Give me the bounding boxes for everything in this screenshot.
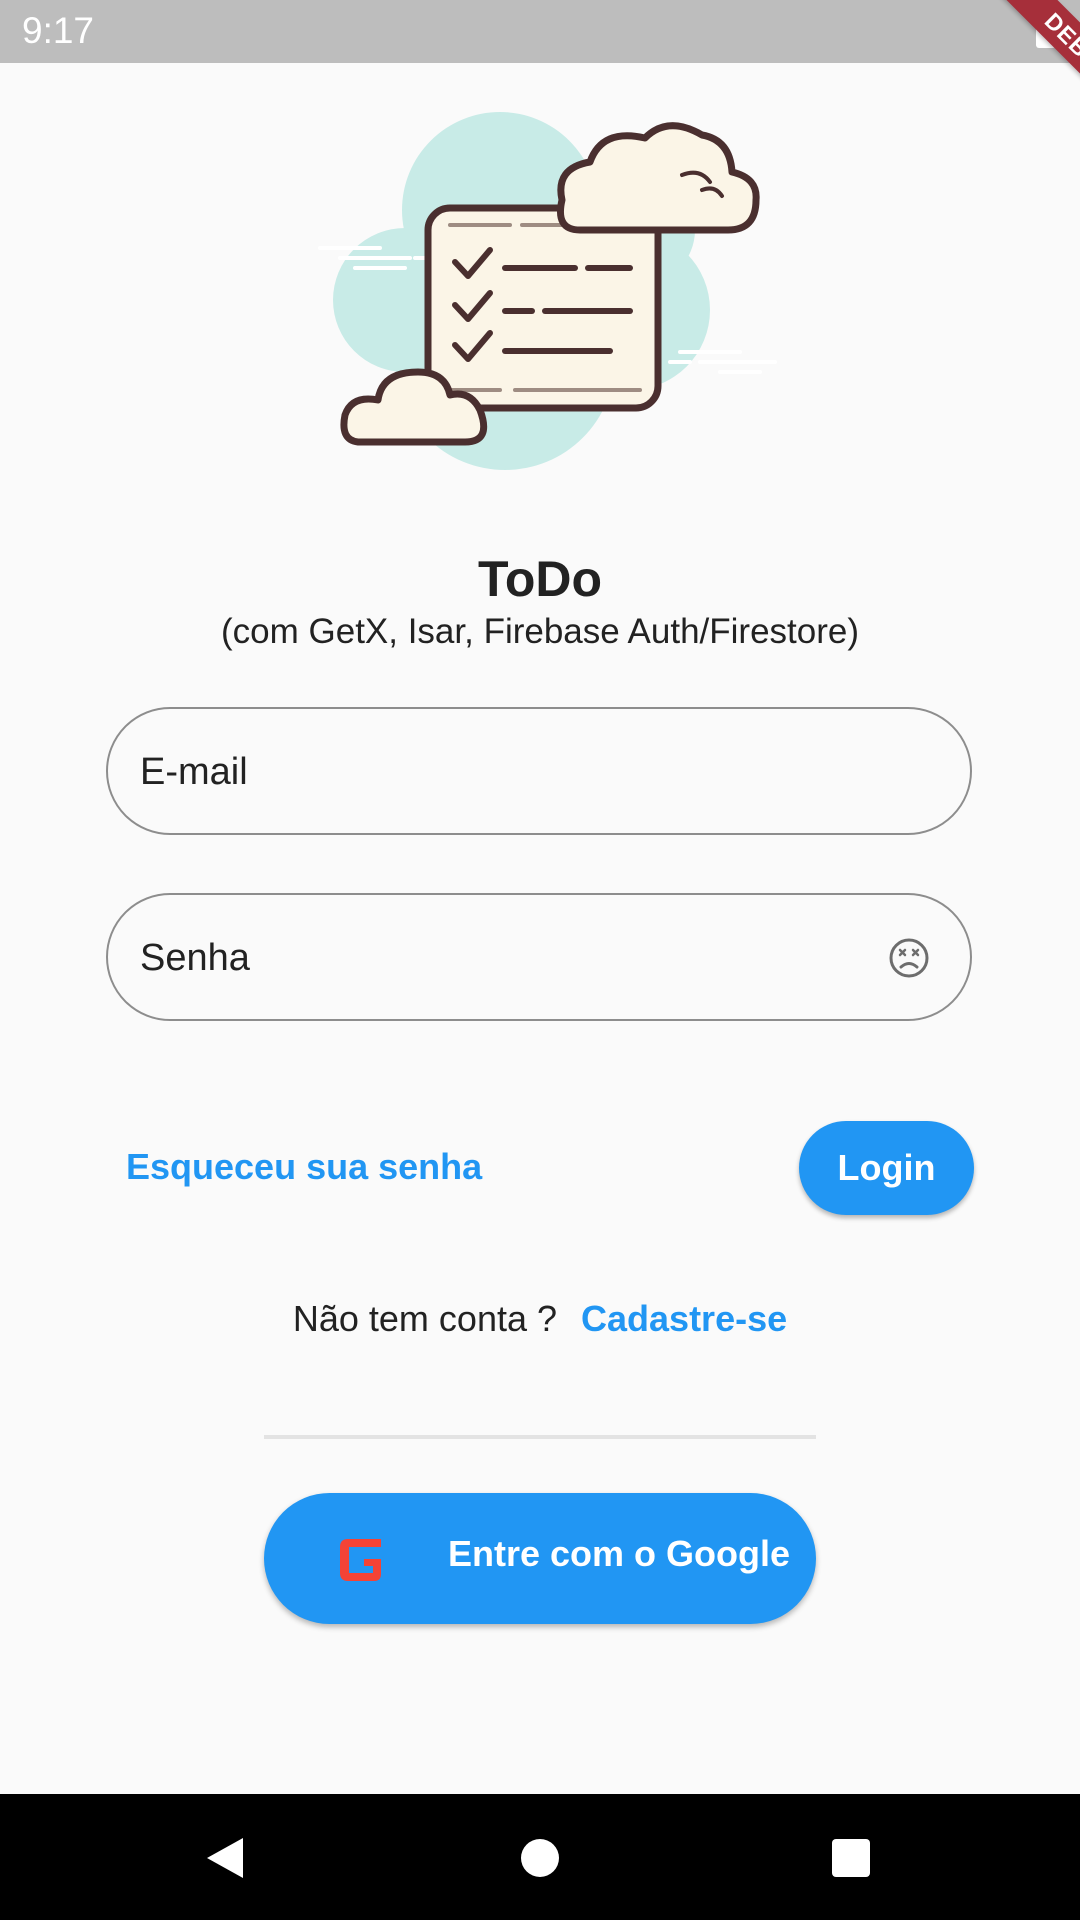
google-signin-button[interactable]: Entre com o Google xyxy=(264,1493,816,1624)
google-button-label: Entre com o Google xyxy=(448,1533,791,1574)
password-field[interactable] xyxy=(106,893,972,1021)
login-screen: 9:17 DEBUG ToDo (com GetX, Isar, Firebas… xyxy=(0,0,1080,1920)
signup-row: Não tem conta ? Cadastre-se xyxy=(0,1298,1080,1340)
home-icon[interactable] xyxy=(521,1839,559,1877)
recents-icon[interactable] xyxy=(832,1839,870,1877)
status-time: 9:17 xyxy=(22,10,95,51)
login-button[interactable]: Login xyxy=(799,1121,974,1215)
app-subtitle: (com GetX, Isar, Firebase Auth/Firestore… xyxy=(221,612,859,651)
status-bar: 9:17 xyxy=(0,0,1080,63)
hidden-face-icon[interactable] xyxy=(888,937,930,979)
todo-checklist-clouds-illustration xyxy=(310,90,790,480)
navigation-bar xyxy=(0,1794,1080,1920)
divider xyxy=(264,1435,816,1439)
forgot-password-link[interactable]: Esqueceu sua senha xyxy=(126,1146,482,1188)
battery-icon xyxy=(1036,14,1056,48)
signup-link[interactable]: Cadastre-se xyxy=(581,1298,787,1339)
signup-question: Não tem conta ? xyxy=(292,1298,558,1339)
email-input[interactable] xyxy=(138,709,902,835)
email-field[interactable] xyxy=(106,707,972,835)
google-g-icon xyxy=(334,1533,386,1587)
password-input[interactable] xyxy=(138,895,902,1021)
back-icon[interactable] xyxy=(205,1836,245,1880)
app-title: ToDo xyxy=(477,551,603,607)
